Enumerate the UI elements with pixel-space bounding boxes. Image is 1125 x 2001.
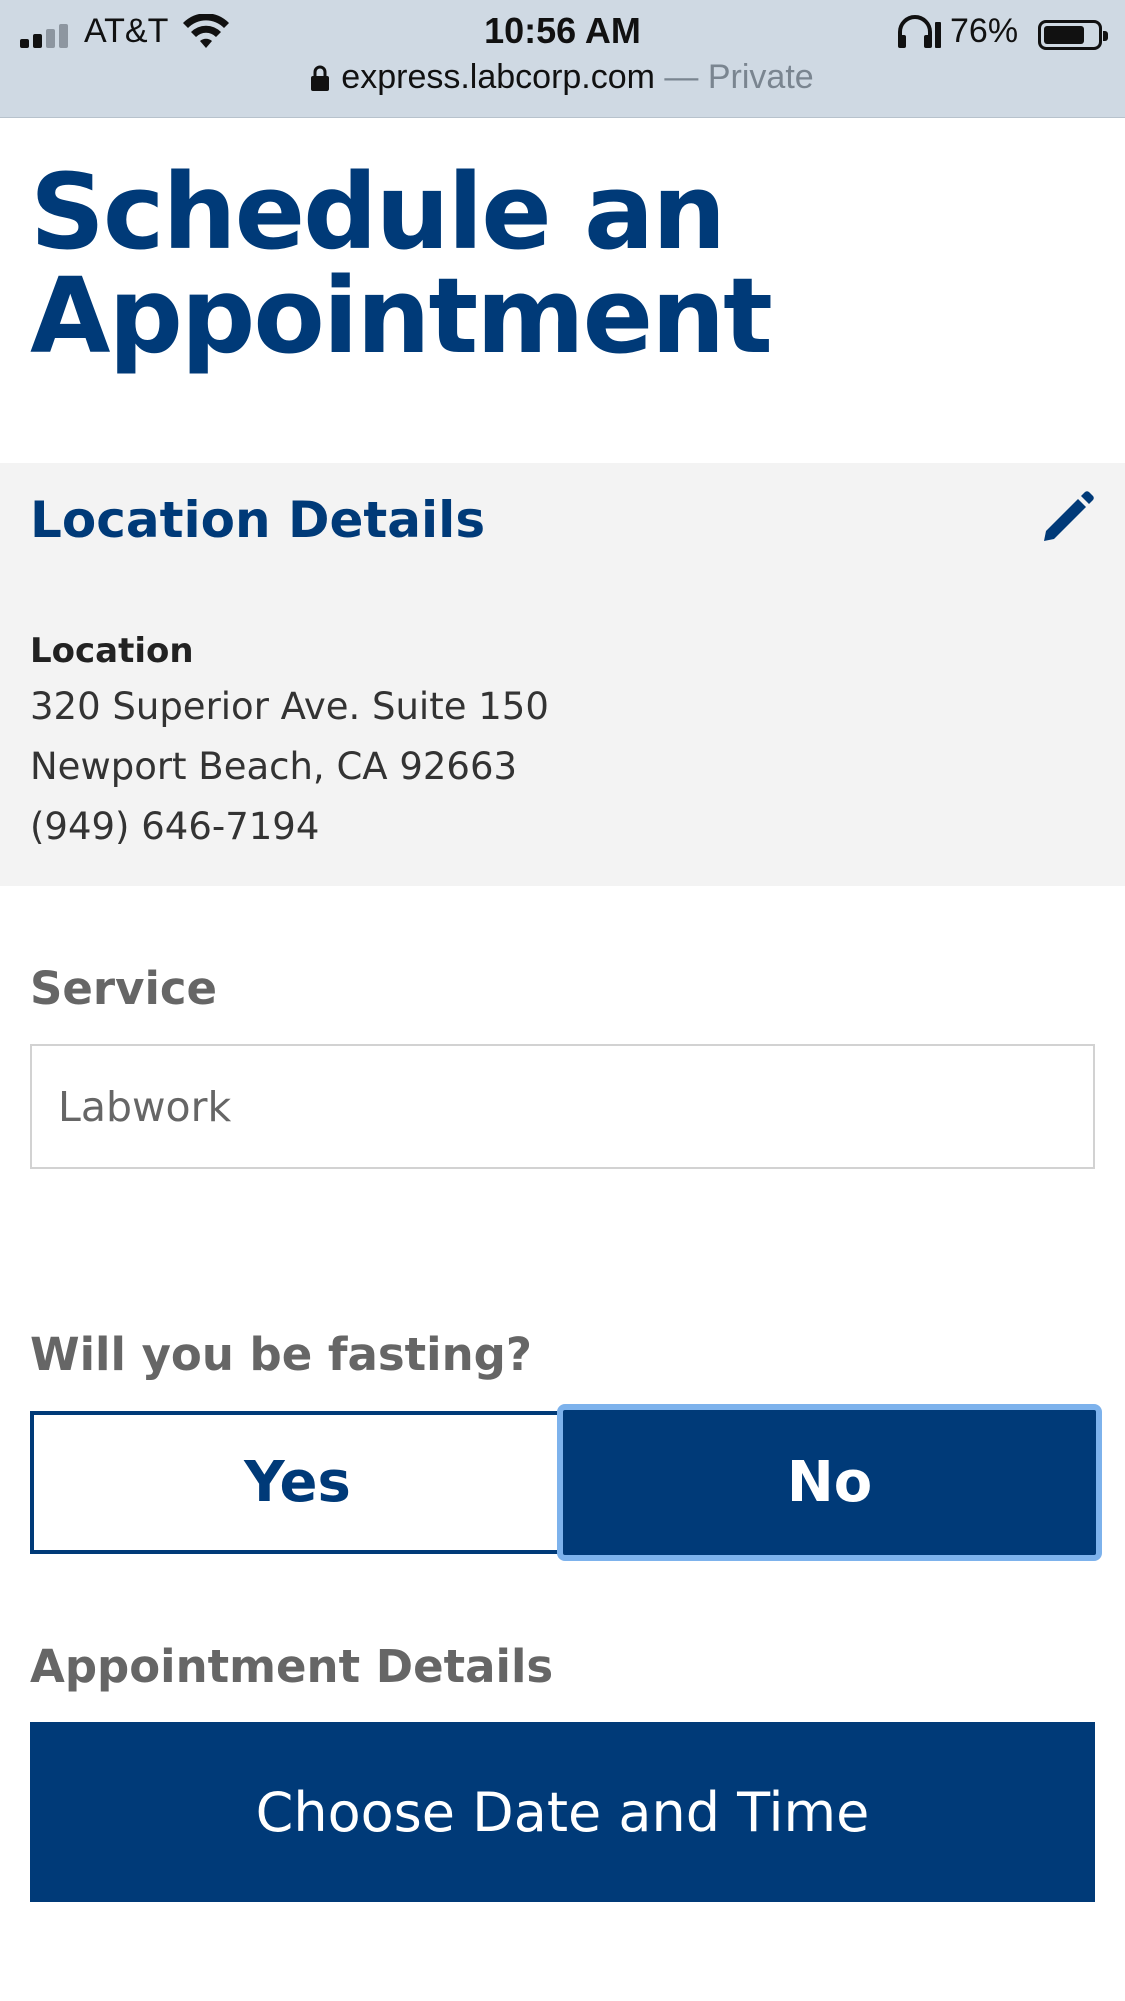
appointment-details-label: Appointment Details: [30, 1640, 554, 1693]
page-title-line2: Appointment: [30, 255, 773, 377]
location-details-heading: Location Details: [30, 491, 486, 549]
battery-fill: [1044, 26, 1084, 44]
status-bar: AT&T 10:56 AM 76% express.labcorp.com — …: [0, 0, 1125, 118]
address-bar[interactable]: express.labcorp.com — Private: [0, 58, 1125, 97]
battery-icon: [1038, 20, 1108, 50]
location-label: Location: [30, 631, 194, 671]
fasting-question: Will you be fasting?: [30, 1328, 532, 1381]
service-input[interactable]: [30, 1044, 1095, 1169]
choose-date-time-button[interactable]: Choose Date and Time: [30, 1722, 1095, 1902]
private-label: — Private: [654, 58, 814, 96]
location-details-panel: Location Details Location 320 Superior A…: [0, 463, 1125, 886]
url-text: express.labcorp.com: [341, 58, 655, 96]
address-line-1: 320 Superior Ave. Suite 150: [30, 685, 549, 728]
headphones-icon: [898, 15, 941, 48]
location-phone: (949) 646-7194: [30, 805, 320, 848]
edit-pencil-icon[interactable]: [1038, 489, 1096, 547]
page-title: Schedule an Appointment: [30, 160, 1090, 368]
lock-icon: [311, 61, 330, 91]
fasting-yes-button[interactable]: Yes: [30, 1411, 565, 1554]
service-label: Service: [30, 962, 218, 1015]
battery-percent: 76%: [950, 12, 1019, 50]
address-line-2: Newport Beach, CA 92663: [30, 745, 518, 788]
fasting-no-button[interactable]: No: [557, 1404, 1102, 1561]
status-row: AT&T 10:56 AM 76%: [0, 8, 1125, 56]
page-title-line1: Schedule an: [30, 151, 726, 273]
